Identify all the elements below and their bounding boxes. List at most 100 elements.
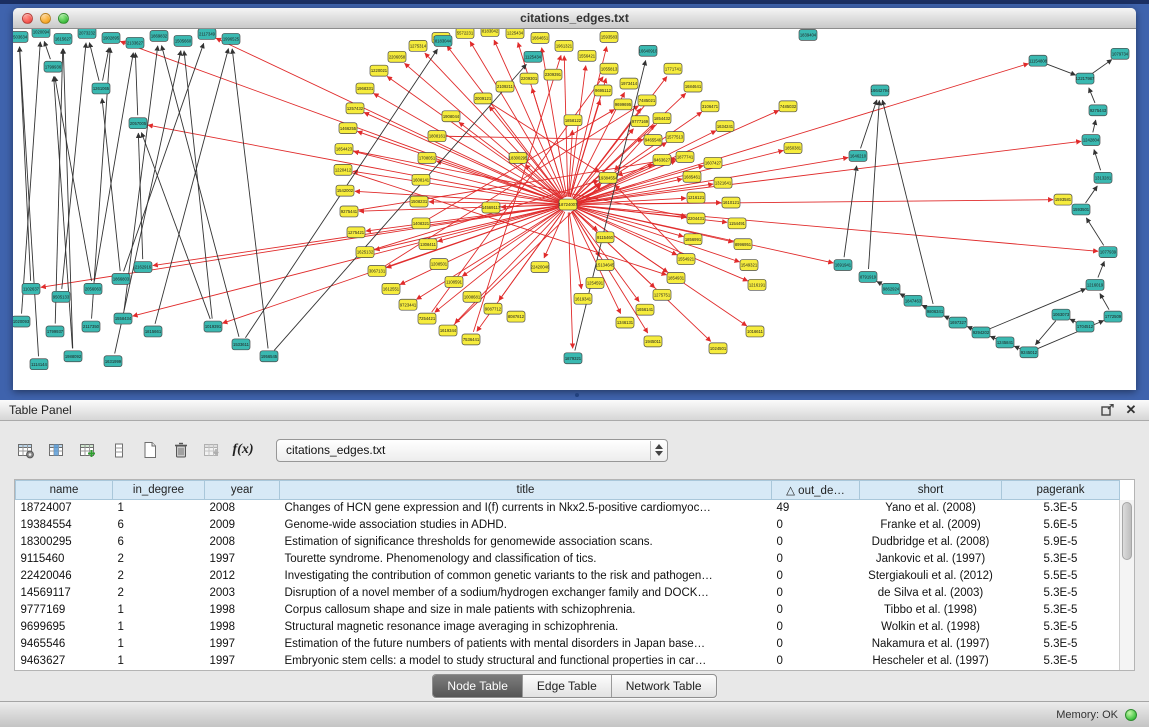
graph-node[interactable]: 1102637 [22, 283, 40, 294]
graph-node[interactable]: 2009121 [474, 93, 492, 104]
table-cell[interactable]: 2009 [205, 517, 280, 534]
table-cell[interactable]: 0 [772, 653, 860, 670]
graph-node[interactable]: 9245012 [1020, 347, 1038, 358]
graph-node[interactable]: 1691941 [834, 260, 852, 271]
table-cell[interactable]: 0 [772, 534, 860, 551]
table-cell[interactable]: 0 [772, 517, 860, 534]
table-row[interactable]: 1456911722003Disruption of a novel membe… [16, 585, 1120, 602]
column-header-in_degree[interactable]: in_degree [113, 481, 205, 500]
graph-node[interactable]: 1839404 [799, 29, 817, 40]
graph-node[interactable]: 9087712 [484, 303, 502, 314]
graph-edge[interactable] [861, 100, 877, 149]
graph-node[interactable]: 1275314 [409, 40, 427, 51]
graph-node[interactable]: 1815661 [144, 326, 162, 337]
graph-node[interactable]: 2503634 [13, 31, 28, 42]
graph-node[interactable]: 2073232 [78, 29, 96, 38]
graph-node[interactable]: 8183044 [434, 35, 452, 46]
graph-node[interactable]: 1261065 [92, 83, 110, 94]
graph-node[interactable]: 1245841 [996, 337, 1014, 348]
table-scrollbar[interactable] [1119, 500, 1134, 670]
column-header-pagerank[interactable]: pagerank [1002, 481, 1120, 500]
graph-node[interactable]: 2057005 [129, 118, 147, 129]
table-cell[interactable]: 19384554 [16, 517, 113, 534]
graph-node[interactable]: 1505660 [174, 35, 192, 46]
graph-node[interactable]: 9465546 [644, 135, 662, 146]
table-cell[interactable]: 5.3E-5 [1002, 602, 1120, 619]
graph-node[interactable]: 1154491 [728, 218, 746, 229]
graph-node[interactable]: 1024501 [709, 343, 727, 354]
graph-edge[interactable] [89, 43, 99, 81]
table-cell[interactable]: 18724007 [16, 500, 113, 517]
table-row[interactable]: 946362711997Embryonic stem cells: a mode… [16, 653, 1120, 670]
graph-edge[interactable] [425, 53, 563, 199]
table-cell[interactable]: 14569117 [16, 585, 113, 602]
graph-node[interactable]: 9777169 [631, 116, 649, 127]
graph-node[interactable]: 2133627 [126, 37, 144, 48]
table-cell[interactable]: 9699695 [16, 619, 113, 636]
graph-node[interactable]: 15134645 [596, 260, 615, 271]
graph-node[interactable]: 1593501 [1072, 204, 1090, 215]
graph-edge[interactable] [63, 49, 72, 349]
graph-node[interactable]: 3067131 [368, 266, 386, 277]
graph-node[interactable]: 1108591 [445, 276, 463, 287]
graph-node[interactable]: 1346131 [616, 317, 634, 328]
graph-node[interactable]: 1973414 [620, 78, 638, 89]
graph-node[interactable]: 9115460 [596, 232, 614, 243]
table-cell[interactable]: de Silva et al. (2003) [860, 585, 1002, 602]
column-header-out_de[interactable]: △ out_de… [772, 481, 860, 500]
graph-edge[interactable] [373, 181, 599, 250]
graph-node[interactable]: 1542002 [336, 185, 354, 196]
graph-node[interactable]: 1869832 [150, 30, 168, 41]
table-cell[interactable]: Estimation of significance thresholds fo… [280, 534, 772, 551]
graph-node[interactable]: 16642794 [871, 85, 890, 96]
graph-node[interactable]: 1593581 [1054, 194, 1072, 205]
graph-node[interactable]: 9723441 [399, 299, 417, 310]
table-cell[interactable]: 2008 [205, 534, 280, 551]
graph-edge[interactable] [988, 289, 1085, 330]
network-canvas[interactable]: 1872400719683311257432146625518544231220… [13, 29, 1136, 390]
table-cell[interactable]: 9115460 [16, 551, 113, 568]
table-row[interactable]: 1830029562008Estimation of significance … [16, 534, 1120, 551]
graph-node[interactable]: 1313281 [1094, 172, 1112, 183]
table-row[interactable]: 946554611997Estimation of the future num… [16, 636, 1120, 653]
table-cell[interactable]: 5.6E-5 [1002, 517, 1120, 534]
graph-node[interactable]: 1308411 [419, 239, 437, 250]
graph-node[interactable]: 1996525 [222, 33, 240, 44]
new-table-icon[interactable] [136, 437, 164, 463]
graph-node[interactable]: 2206058 [388, 51, 406, 62]
graph-node[interactable]: 1866803 [112, 273, 130, 284]
table-cell[interactable]: Stergiakouli et al. (2012) [860, 568, 1002, 585]
graph-node[interactable]: 9695112 [594, 85, 612, 96]
graph-node[interactable]: 1664651 [531, 32, 549, 43]
graph-node[interactable]: 5572231 [456, 29, 474, 38]
table-cell[interactable]: 5.5E-5 [1002, 568, 1120, 585]
graph-edge[interactable] [20, 47, 39, 356]
graph-node[interactable]: 1321641 [714, 177, 732, 188]
graph-node[interactable]: 1619344 [439, 325, 457, 336]
graph-node[interactable]: 1216019 [1086, 279, 1104, 290]
table-cell[interactable]: 22420046 [16, 568, 113, 585]
graph-node[interactable]: 2056063 [84, 283, 102, 294]
table-cell[interactable]: Investigating the contribution of common… [280, 568, 772, 585]
table-cell[interactable]: 1 [113, 636, 205, 653]
graph-edge[interactable] [1092, 60, 1112, 74]
graph-node[interactable]: 1625132 [356, 247, 374, 258]
graph-edge[interactable] [1086, 218, 1103, 246]
graph-edge[interactable] [1093, 120, 1096, 132]
graph-node[interactable]: 1697327 [949, 317, 967, 328]
graph-node[interactable]: 2309391 [544, 69, 562, 80]
table-cell[interactable]: Estimation of the future numbers of pati… [280, 636, 772, 653]
graph-node[interactable]: 7485032 [779, 101, 797, 112]
graph-edge[interactable] [416, 209, 561, 300]
column-header-year[interactable]: year [205, 481, 280, 500]
graph-edge[interactable] [882, 100, 933, 304]
graph-node[interactable]: 9699695 [614, 99, 632, 110]
table-cell[interactable]: Tibbo et al. (1998) [860, 602, 1002, 619]
table-cell[interactable]: 6 [113, 517, 205, 534]
graph-node[interactable]: 1220021 [370, 65, 388, 76]
graph-node[interactable]: 18300295 [509, 152, 528, 163]
graph-node[interactable]: 9463627 [653, 154, 671, 165]
row-selector-icon[interactable] [105, 437, 133, 463]
new-column-icon[interactable] [74, 437, 102, 463]
graph-node[interactable]: 2209301 [520, 73, 538, 84]
